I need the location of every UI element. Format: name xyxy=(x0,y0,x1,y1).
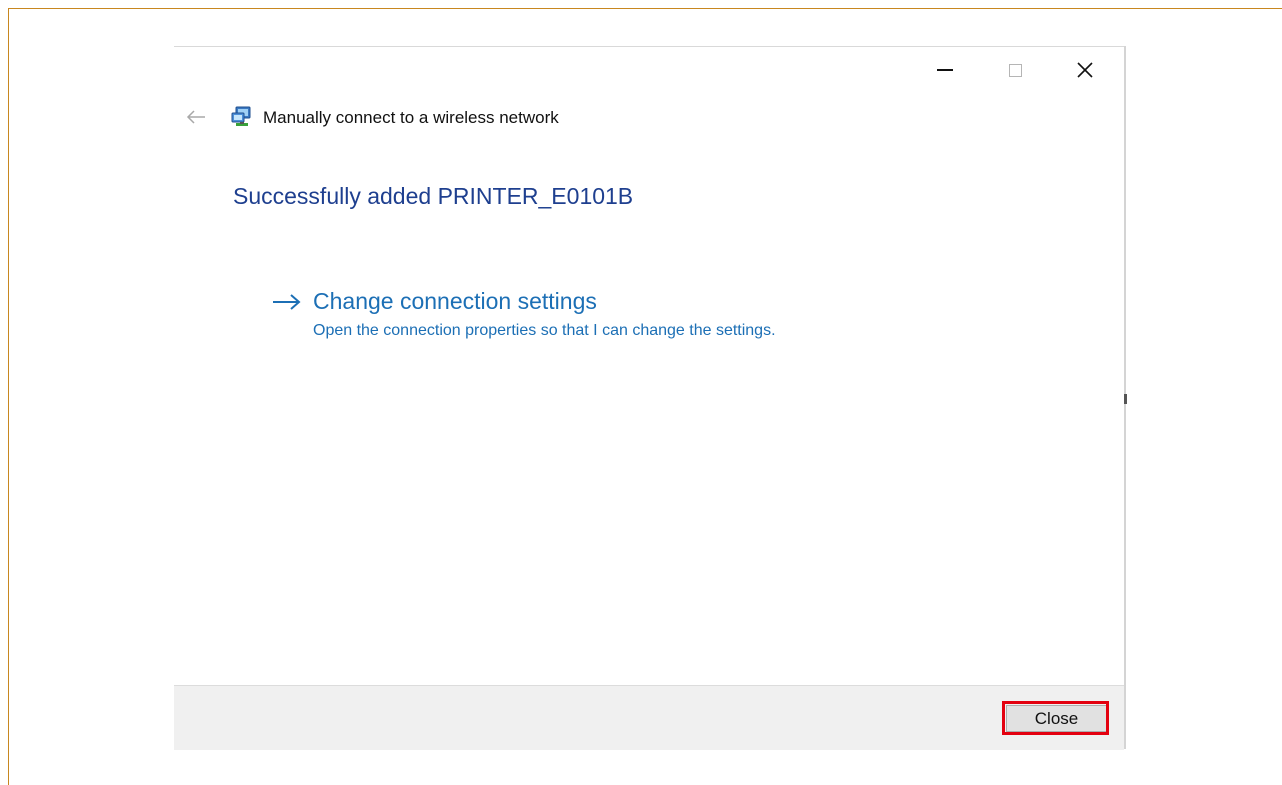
close-button[interactable]: Close xyxy=(1006,705,1107,732)
minimize-button[interactable] xyxy=(922,55,968,85)
back-arrow-icon xyxy=(186,110,205,124)
link-description: Open the connection properties so that I… xyxy=(313,322,776,339)
close-window-button[interactable] xyxy=(1062,55,1108,85)
maximize-icon xyxy=(1008,63,1022,77)
maximize-button[interactable] xyxy=(992,55,1038,85)
arrow-right-icon xyxy=(273,294,301,310)
network-connection-icon xyxy=(231,106,251,126)
dialog-footer: Close xyxy=(174,685,1124,750)
minimize-icon xyxy=(937,69,953,71)
window-title: Manually connect to a wireless network xyxy=(263,108,559,127)
resize-handle[interactable] xyxy=(1124,394,1127,404)
link-title[interactable]: Change connection settings xyxy=(313,288,597,315)
back-button[interactable] xyxy=(182,105,210,129)
close-icon xyxy=(1077,62,1093,78)
dialog-window: Manually connect to a wireless network S… xyxy=(174,46,1126,750)
page-heading: Successfully added PRINTER_E0101B xyxy=(233,183,634,209)
